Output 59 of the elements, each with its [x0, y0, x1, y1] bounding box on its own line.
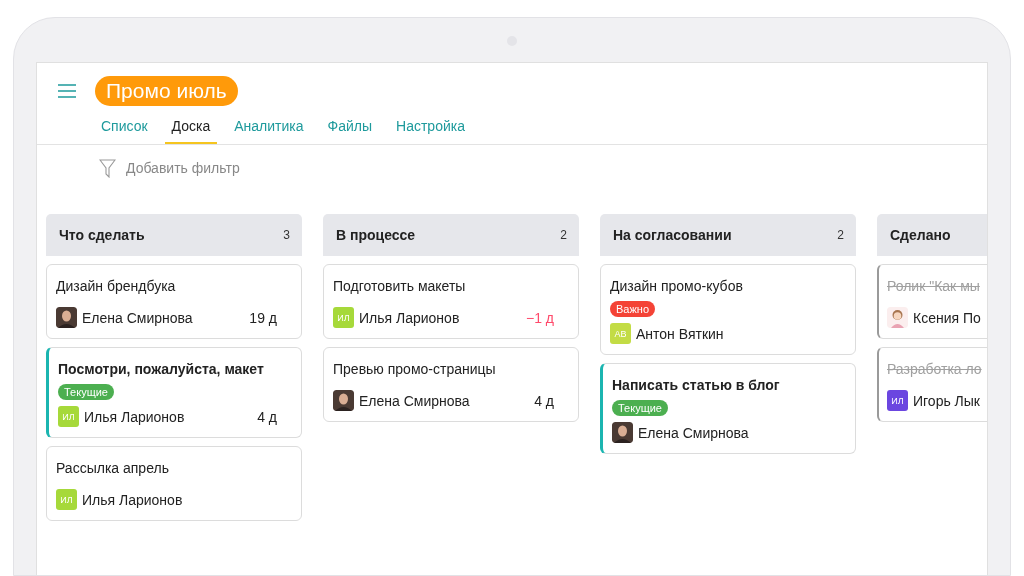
task-tag: Текущие — [612, 400, 668, 416]
card-count: 3 — [283, 228, 290, 242]
assignee-name: Антон Вяткин — [636, 325, 725, 342]
assignee-name: Игорь Лык — [913, 392, 981, 409]
avatar-initials: ИЛ — [56, 489, 77, 510]
menu-icon[interactable] — [57, 83, 77, 99]
task-card[interactable]: Посмотри, пожалуйста, макет Текущие ИЛ Илья Ларионов 4 д — [46, 347, 302, 438]
person-avatar-icon — [887, 307, 908, 328]
tab[interactable]: Файлы — [320, 114, 380, 144]
task-title: Подготовить макеты — [333, 277, 467, 295]
tab[interactable]: Список — [94, 114, 155, 144]
due-days: 4 д — [534, 392, 568, 409]
avatar-initials: ИЛ — [887, 390, 908, 411]
task-title: Превью промо-страницы — [333, 360, 497, 378]
column-title: Что сделать — [59, 227, 145, 243]
tab[interactable]: Аналитика — [227, 114, 311, 144]
task-title: Ролик "Как мы — [887, 277, 981, 295]
assignee-name: Елена Смирнова — [82, 309, 194, 326]
assignee-name: Ксения По — [913, 309, 982, 326]
column-title: Сделано — [890, 227, 951, 243]
task-card[interactable]: Подготовить макеты ИЛ Илья Ларионов −1 д — [323, 264, 579, 339]
task-card[interactable]: Написать статью в блог Текущие Елена Смирнова — [600, 363, 856, 454]
task-title: Посмотри, пожалуйста, макет — [58, 360, 265, 378]
project-title: Промо июль — [95, 76, 238, 106]
assignee-name: Илья Ларионов — [84, 408, 186, 425]
task-title: Рассылка апрель — [56, 459, 170, 477]
task-title: Разработка ло — [887, 360, 983, 378]
avatar-initials: ИЛ — [58, 406, 79, 427]
task-tag: Важно — [610, 301, 655, 317]
assignee-name: Елена Смирнова — [359, 392, 471, 409]
avatar-initials: ИЛ — [333, 307, 354, 328]
task-card[interactable]: Дизайн промо-кубов Важно АВ Антон Вяткин — [600, 264, 856, 355]
task-title: Дизайн брендбука — [56, 277, 177, 295]
task-card[interactable]: Ролик "Как мы Ксения По — [877, 264, 987, 339]
person-avatar-icon — [333, 390, 354, 411]
task-card[interactable]: Дизайн брендбука Елена Смирнова 19 д — [46, 264, 302, 339]
task-card[interactable]: Разработка ло ИЛ Игорь Лык — [877, 347, 987, 422]
due-days: −1 д — [525, 309, 568, 326]
add-filter-link[interactable]: Добавить фильтр — [126, 160, 240, 176]
task-title: Написать статью в блог — [612, 376, 781, 394]
assignee-name: Елена Смирнова — [638, 424, 750, 441]
task-tag: Текущие — [58, 384, 114, 400]
filter-icon[interactable] — [99, 158, 116, 178]
tab[interactable]: Настройка — [389, 114, 472, 144]
task-title: Дизайн промо-кубов — [610, 277, 744, 295]
column-title: В процессе — [336, 227, 416, 243]
due-days: 4 д — [257, 408, 291, 425]
due-days: 19 д — [249, 309, 291, 326]
task-card[interactable]: Превью промо-страницы Елена Смирнова 4 д — [323, 347, 579, 422]
column-title: На согласовании — [613, 227, 732, 243]
avatar-initials: АВ — [610, 323, 631, 344]
assignee-name: Илья Ларионов — [82, 491, 184, 508]
assignee-name: Илья Ларионов — [359, 309, 461, 326]
tab[interactable]: Доска — [164, 114, 218, 144]
card-count: 2 — [560, 228, 567, 242]
card-count: 2 — [837, 228, 844, 242]
person-avatar-icon — [56, 307, 77, 328]
task-card[interactable]: Рассылка апрель ИЛ Илья Ларионов — [46, 446, 302, 521]
person-avatar-icon — [612, 422, 633, 443]
